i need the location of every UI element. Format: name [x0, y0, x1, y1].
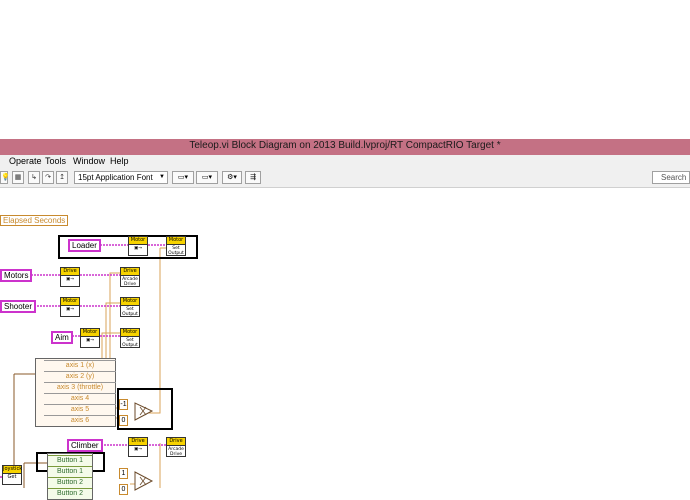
reorder-dropdown[interactable]: ⚙▾: [222, 171, 242, 184]
constant-zero-2[interactable]: 0: [119, 484, 128, 495]
menu-window[interactable]: Window: [73, 156, 105, 166]
subvi-icon: ▣→: [133, 246, 143, 251]
shooter-control[interactable]: Shooter: [0, 300, 37, 313]
retain-wire-values-icon[interactable]: ▦: [12, 171, 24, 184]
step-over-icon[interactable]: ↷: [42, 171, 54, 184]
step-out-icon[interactable]: ↥: [56, 171, 68, 184]
button-unbundle-cluster[interactable]: Button 1 Button 1 Button 2 Button 2: [47, 453, 93, 500]
motor-subvi-aim[interactable]: Motor ▣→: [80, 328, 100, 348]
align-objects-dropdown[interactable]: ▭▾: [172, 171, 194, 184]
subvi-icon: ▣→: [65, 307, 75, 312]
subvi-icon: ▣→: [65, 277, 75, 282]
drive-subvi[interactable]: Drive ▣→: [60, 267, 80, 287]
clean-up-diagram-icon[interactable]: ⇶: [245, 171, 261, 184]
axis-row: axis 5: [44, 404, 116, 415]
axis-row: axis 1 (x): [44, 360, 116, 371]
menu-help[interactable]: Help: [110, 156, 129, 166]
elapsed-seconds-label: Elapsed Seconds: [0, 215, 69, 226]
motors-control[interactable]: Motors: [0, 269, 33, 282]
drive-arcade-drive-climber[interactable]: Drive Arcade Drive: [166, 437, 186, 457]
aim-control[interactable]: Aim: [51, 331, 73, 344]
constant-neg-one[interactable]: -1: [119, 399, 128, 410]
button-row: Button 2: [48, 488, 92, 499]
toolbar: 💡 ▦ ↳ ↷ ↥ 15pt Application Font ▼ ▭▾ ▭▾ …: [0, 169, 690, 188]
window-title-bar[interactable]: Teleop.vi Block Diagram on 2013 Build.lv…: [0, 139, 690, 155]
axis-unbundle-cluster[interactable]: axis 1 (x) axis 2 (y) axis 3 (throttle) …: [35, 358, 116, 427]
drive-arcade-drive[interactable]: Drive Arcade Drive: [120, 267, 140, 287]
menu-operate[interactable]: Operate: [9, 156, 42, 166]
font-select[interactable]: 15pt Application Font ▼: [74, 171, 168, 184]
menu-tools[interactable]: Tools: [45, 156, 66, 166]
chevron-down-icon: ▼: [159, 174, 165, 180]
motor-subvi-shooter[interactable]: Motor ▣→: [60, 297, 80, 317]
axis-row: axis 4: [44, 393, 116, 404]
distribute-objects-dropdown[interactable]: ▭▾: [196, 171, 218, 184]
motor-set-output-shooter[interactable]: Motor Set Output: [120, 297, 140, 317]
window-title: Teleop.vi Block Diagram on 2013 Build.lv…: [189, 140, 501, 151]
axis-row: axis 2 (y): [44, 371, 116, 382]
drive-subvi-climber[interactable]: Drive ▣→: [128, 437, 148, 457]
highlight-execution-icon[interactable]: 💡: [0, 171, 10, 184]
button-row: Button 1: [48, 455, 92, 466]
button-row: Button 2: [48, 477, 92, 488]
search-input[interactable]: Search: [652, 171, 690, 184]
axis-row: axis 3 (throttle): [44, 382, 116, 393]
button-row: Button 1: [48, 466, 92, 477]
motor-set-output-aim[interactable]: Motor Set Output: [120, 328, 140, 348]
block-diagram-canvas[interactable]: Elapsed Seconds Loader Motor ▣→ Motor Se…: [0, 188, 690, 500]
constant-one[interactable]: 1: [119, 468, 128, 479]
climber-control[interactable]: Climber: [67, 439, 103, 452]
joystick-get-subvi[interactable]: Joystick Get: [2, 465, 22, 485]
constant-zero[interactable]: 0: [119, 415, 128, 426]
axis-row: axis 6: [44, 415, 116, 426]
step-into-icon[interactable]: ↳: [28, 171, 40, 184]
loader-control[interactable]: Loader: [68, 239, 101, 252]
motor-subvi-loader[interactable]: Motor ▣→: [128, 236, 148, 256]
subvi-icon: ▣→: [133, 447, 143, 452]
subvi-icon: ▣→: [85, 338, 95, 343]
menu-bar: Operate Tools Window Help: [0, 155, 690, 169]
motor-set-output-loader[interactable]: Motor Set Output: [166, 236, 186, 256]
